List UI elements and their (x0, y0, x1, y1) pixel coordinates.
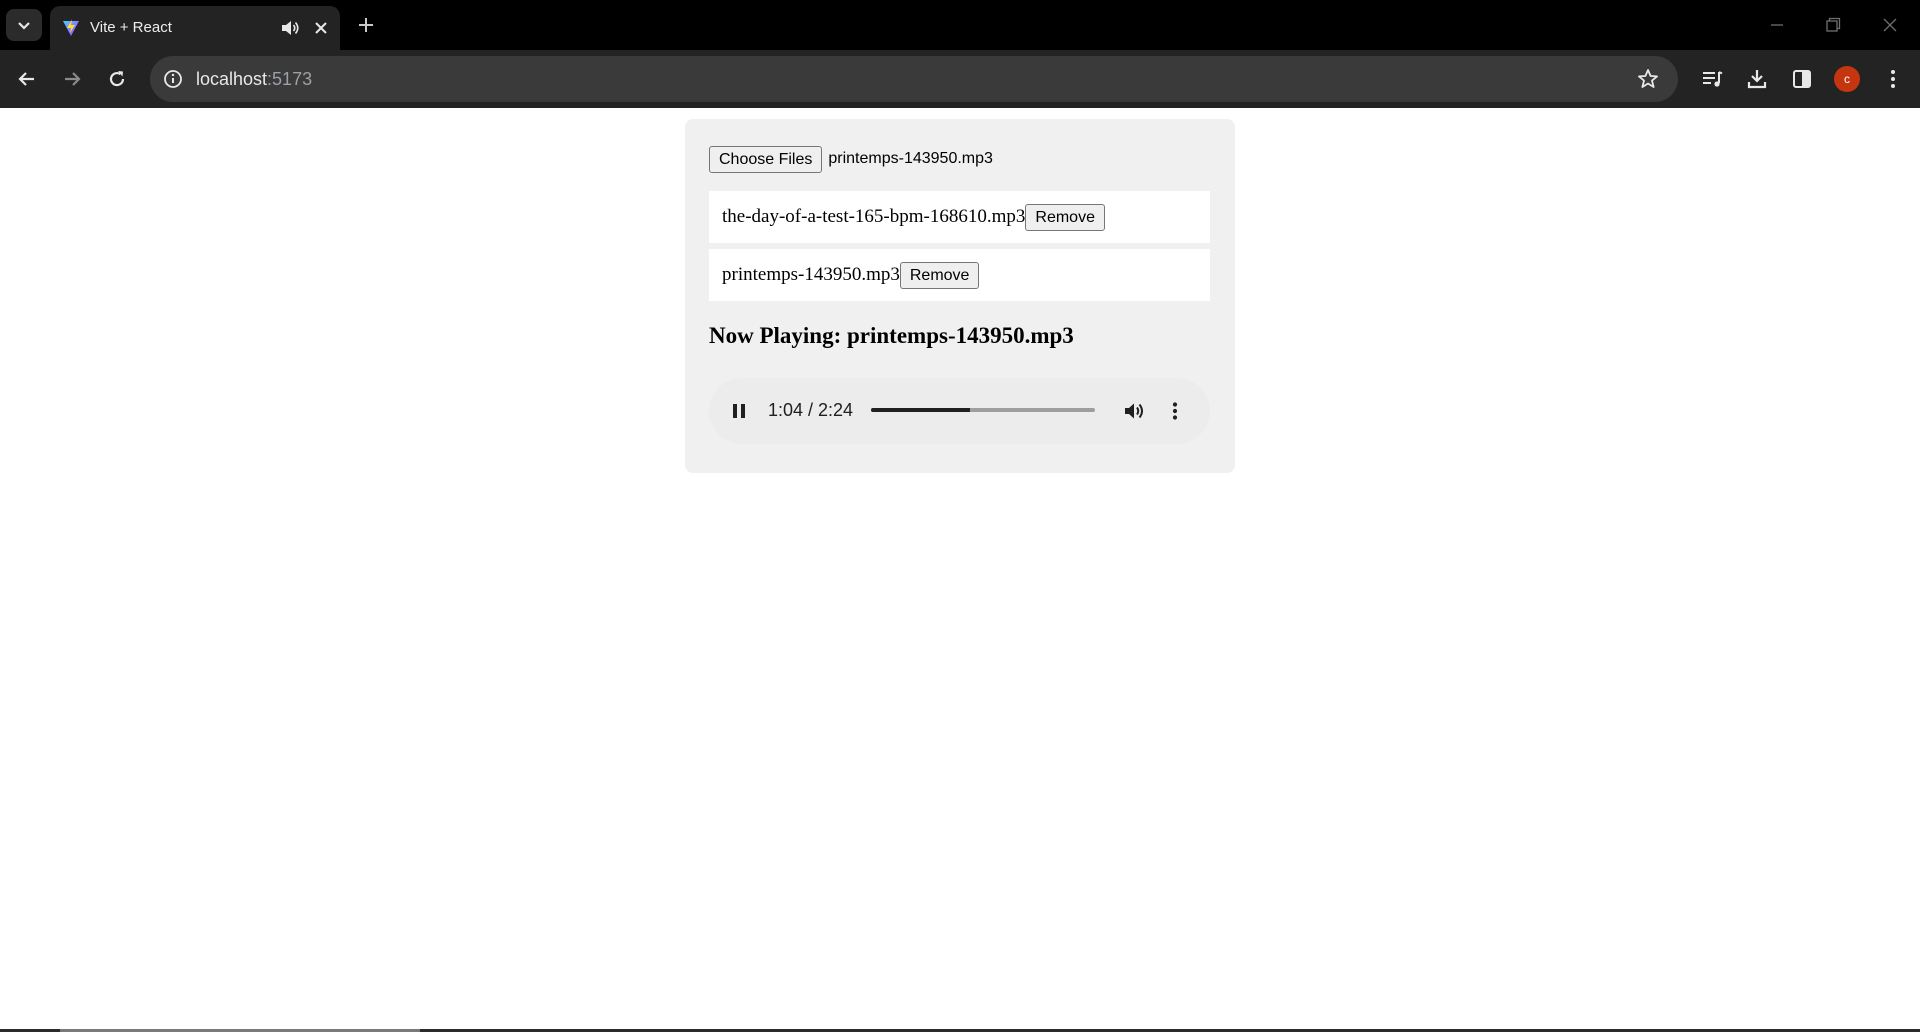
url-port: :5173 (267, 69, 313, 89)
file-input[interactable]: Choose Files printemps-143950.mp3 (709, 145, 993, 173)
choose-files-button[interactable]: Choose Files (709, 145, 823, 173)
track-list-item: printemps-143950.mp3 Remove (709, 249, 1210, 301)
reload-icon[interactable] (104, 66, 130, 92)
chevron-down-icon (18, 22, 30, 30)
back-arrow-icon[interactable] (14, 66, 40, 92)
audio-player-card: Choose Files printemps-143950.mp3 the-da… (685, 119, 1235, 473)
site-info-icon[interactable] (162, 68, 184, 90)
forward-arrow-icon[interactable] (59, 66, 85, 92)
seek-slider[interactable] (871, 408, 1095, 412)
url-host: localhost (196, 69, 268, 89)
pause-icon[interactable] (728, 400, 750, 422)
side-panel-icon[interactable] (1789, 66, 1815, 92)
tab-title: Vite + React (90, 19, 172, 36)
media-control-icon[interactable] (1699, 66, 1725, 92)
new-tab-plus-icon[interactable] (354, 13, 378, 37)
bookmark-star-icon[interactable] (1636, 67, 1660, 91)
seek-slider-progress (871, 408, 971, 412)
download-icon[interactable] (1744, 66, 1770, 92)
close-tab-icon[interactable] (310, 17, 332, 39)
remove-track-button[interactable]: Remove (1025, 203, 1105, 231)
tab-search-button[interactable] (6, 9, 42, 41)
speaker-icon[interactable] (279, 17, 301, 39)
browser-toolbar: localhost:5173 c (0, 50, 1920, 108)
browser-tab[interactable]: Vite + React (50, 6, 340, 50)
profile-avatar[interactable]: c (1834, 66, 1860, 92)
url-text: localhost:5173 (196, 69, 312, 90)
browser-menu-icon[interactable] (1880, 66, 1906, 92)
selected-file-name: printemps-143950.mp3 (828, 150, 993, 167)
more-options-icon[interactable] (1162, 398, 1188, 424)
playback-time: 1:04 / 2:24 (768, 400, 854, 420)
now-playing-heading: Now Playing: printemps-143950.mp3 (709, 323, 1074, 348)
restore-window-icon[interactable] (1820, 13, 1846, 37)
volume-icon[interactable] (1121, 398, 1147, 424)
track-name[interactable]: printemps-143950.mp3 (722, 264, 900, 286)
audio-player: 1:04 / 2:24 (709, 378, 1210, 444)
remove-track-button[interactable]: Remove (899, 261, 980, 289)
track-list-item: the-day-of-a-test-165-bpm-168610.mp3 Rem… (709, 191, 1210, 243)
close-window-icon[interactable] (1877, 13, 1903, 37)
vite-logo-icon (63, 19, 79, 36)
address-bar[interactable]: localhost:5173 (150, 56, 1678, 102)
tab-strip: Vite + React (0, 0, 1920, 50)
minimize-window-icon[interactable] (1764, 13, 1790, 37)
track-name[interactable]: the-day-of-a-test-165-bpm-168610.mp3 (722, 206, 1025, 228)
